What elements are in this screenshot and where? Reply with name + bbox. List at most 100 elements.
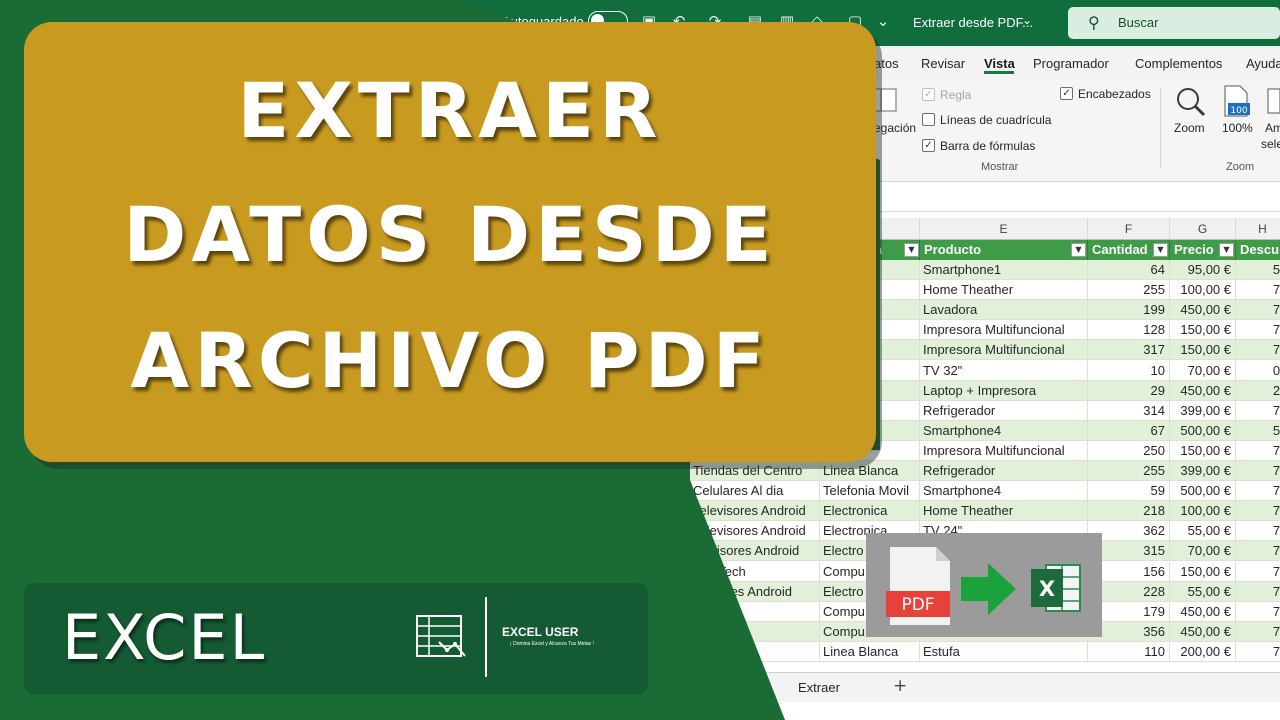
- table-cell[interactable]: 150,00 €: [1170, 320, 1236, 341]
- formula-bar-checkbox[interactable]: ✓: [922, 139, 935, 152]
- table-cell[interactable]: 7,5: [1236, 582, 1280, 602]
- table-header-cell[interactable]: Cantidad ▼: [1088, 240, 1170, 260]
- table-cell[interactable]: 7,5: [1236, 441, 1280, 461]
- navigation-label[interactable]: egación: [874, 121, 916, 135]
- table-cell[interactable]: 7,5: [1236, 541, 1280, 562]
- table-header-cell[interactable]: Producto ▼: [920, 240, 1088, 260]
- table-cell[interactable]: Home Theather: [920, 501, 1088, 522]
- table-cell[interactable]: del Centro: [690, 641, 820, 662]
- table-cell[interactable]: 150,00 €: [1170, 561, 1236, 582]
- table-cell[interactable]: 70,00 €: [1170, 541, 1236, 562]
- search-placeholder[interactable]: Buscar: [1118, 15, 1158, 30]
- table-cell[interactable]: 7,5: [1236, 320, 1280, 341]
- table-cell[interactable]: Smartphone4: [920, 481, 1088, 502]
- zoom-100-icon[interactable]: 100: [1222, 85, 1252, 119]
- table-cell[interactable]: 450,00 €: [1170, 380, 1236, 401]
- column-header-f[interactable]: F: [1088, 218, 1170, 240]
- table-cell[interactable]: 10: [1088, 360, 1170, 381]
- table-cell[interactable]: 7,5: [1236, 642, 1280, 662]
- table-cell[interactable]: 200,00 €: [1170, 641, 1236, 662]
- table-cell[interactable]: 7,5: [1236, 602, 1280, 622]
- document-title[interactable]: Extraer desde PDF...: [913, 15, 1033, 30]
- tab-programador[interactable]: Programador: [1033, 56, 1109, 71]
- table-header-cell[interactable]: Descu: [1236, 240, 1280, 260]
- table-cell[interactable]: 5,0: [1236, 260, 1280, 280]
- column-header-g[interactable]: G: [1170, 218, 1236, 240]
- table-cell[interactable]: 150,00 €: [1170, 340, 1236, 361]
- table-cell[interactable]: 0,0: [1236, 361, 1280, 381]
- table-cell[interactable]: 255: [1088, 280, 1170, 301]
- table-cell[interactable]: Televisores Android: [690, 521, 820, 542]
- table-cell[interactable]: 64: [1088, 260, 1170, 280]
- table-cell[interactable]: Home Theather: [920, 280, 1088, 301]
- table-cell[interactable]: Televisores Android: [690, 501, 820, 522]
- table-cell[interactable]: 218: [1088, 501, 1170, 522]
- tab-revisar[interactable]: Revisar: [921, 56, 965, 71]
- zoom-selection-label-2[interactable]: sele: [1261, 137, 1280, 151]
- table-cell[interactable]: 128: [1088, 320, 1170, 341]
- table-cell[interactable]: 100,00 €: [1170, 501, 1236, 522]
- zoom-selection-label-1[interactable]: Am: [1265, 121, 1280, 135]
- table-cell[interactable]: 450,00 €: [1170, 621, 1236, 642]
- table-cell[interactable]: Refrigerador: [920, 400, 1088, 421]
- table-cell[interactable]: 55,00 €: [1170, 521, 1236, 542]
- table-cell[interactable]: Refrigerador: [920, 461, 1088, 481]
- table-cell[interactable]: Linea Blanca: [820, 461, 920, 481]
- column-header-h[interactable]: H: [1236, 218, 1280, 240]
- table-cell[interactable]: 55,00 €: [1170, 581, 1236, 602]
- table-cell[interactable]: 450,00 €: [1170, 300, 1236, 321]
- table-cell[interactable]: TV 32": [920, 360, 1088, 381]
- search-box[interactable]: ⚲ Buscar: [1068, 7, 1280, 39]
- table-cell[interactable]: Impresora Multifuncional: [920, 340, 1088, 361]
- table-cell[interactable]: Impresora Multifuncional: [920, 440, 1088, 461]
- table-cell[interactable]: levisores Android: [690, 581, 820, 602]
- customize-icon[interactable]: ⌄: [874, 12, 892, 30]
- table-cell[interactable]: Impresora Multifuncional: [920, 320, 1088, 341]
- table-cell[interactable]: 67: [1088, 420, 1170, 441]
- table-cell[interactable]: 59: [1088, 481, 1170, 502]
- add-sheet-icon[interactable]: +: [893, 676, 907, 696]
- table-cell[interactable]: 95,00 €: [1170, 260, 1236, 280]
- table-cell[interactable]: 7,5: [1236, 562, 1280, 582]
- table-cell[interactable]: 500,00 €: [1170, 420, 1236, 441]
- headings-checkbox[interactable]: ✓: [1060, 87, 1073, 100]
- table-cell[interactable]: 110: [1088, 641, 1170, 662]
- table-cell[interactable]: 7,5: [1236, 300, 1280, 321]
- navigation-icon[interactable]: [873, 88, 897, 112]
- table-cell[interactable]: Linea Blanca: [820, 641, 920, 662]
- table-cell[interactable]: 399,00 €: [1170, 400, 1236, 421]
- table-cell[interactable]: Estufa: [920, 641, 1088, 662]
- table-cell[interactable]: 7,5: [1236, 340, 1280, 361]
- table-cell[interactable]: 150,00 €: [1170, 440, 1236, 461]
- table-cell[interactable]: 399,00 €: [1170, 461, 1236, 481]
- table-cell[interactable]: 7,5: [1236, 501, 1280, 522]
- table-header-cell[interactable]: Precio ▼: [1170, 240, 1236, 260]
- filter-dropdown-icon[interactable]: ▼: [1071, 243, 1086, 257]
- table-cell[interactable]: 7,5: [1236, 622, 1280, 642]
- table-cell[interactable]: 100,00 €: [1170, 280, 1236, 301]
- zoom-selection-icon[interactable]: [1266, 88, 1280, 114]
- table-cell[interactable]: Laptop + Impresora: [920, 380, 1088, 401]
- zoom-100-label[interactable]: 100%: [1222, 121, 1253, 135]
- table-cell[interactable]: 317: [1088, 340, 1170, 361]
- table-cell[interactable]: 5,0: [1236, 421, 1280, 441]
- table-cell[interactable]: 70,00 €: [1170, 360, 1236, 381]
- table-cell[interactable]: Smartphone1: [920, 260, 1088, 280]
- table-cell[interactable]: 29: [1088, 380, 1170, 401]
- zoom-icon[interactable]: [1175, 86, 1207, 118]
- gridlines-checkbox[interactable]: [922, 113, 935, 126]
- table-cell[interactable]: 314: [1088, 400, 1170, 421]
- table-cell[interactable]: Telefonia Movil: [820, 481, 920, 502]
- table-cell[interactable]: 199: [1088, 300, 1170, 321]
- table-cell[interactable]: 7,5: [1236, 280, 1280, 301]
- table-cell[interactable]: 7,5: [1236, 521, 1280, 542]
- column-header-e[interactable]: E: [920, 218, 1088, 240]
- sheet-tab-extraer[interactable]: Extraer: [798, 680, 840, 695]
- filter-dropdown-icon[interactable]: ▼: [1219, 243, 1234, 257]
- zoom-label[interactable]: Zoom: [1174, 121, 1205, 135]
- tab-ayuda[interactable]: Ayuda: [1246, 56, 1280, 71]
- table-cell[interactable]: 500,00 €: [1170, 481, 1236, 502]
- table-cell[interactable]: 255: [1088, 461, 1170, 481]
- table-cell[interactable]: gTech: [690, 601, 820, 622]
- table-cell[interactable]: Celulares Al dia: [690, 481, 820, 502]
